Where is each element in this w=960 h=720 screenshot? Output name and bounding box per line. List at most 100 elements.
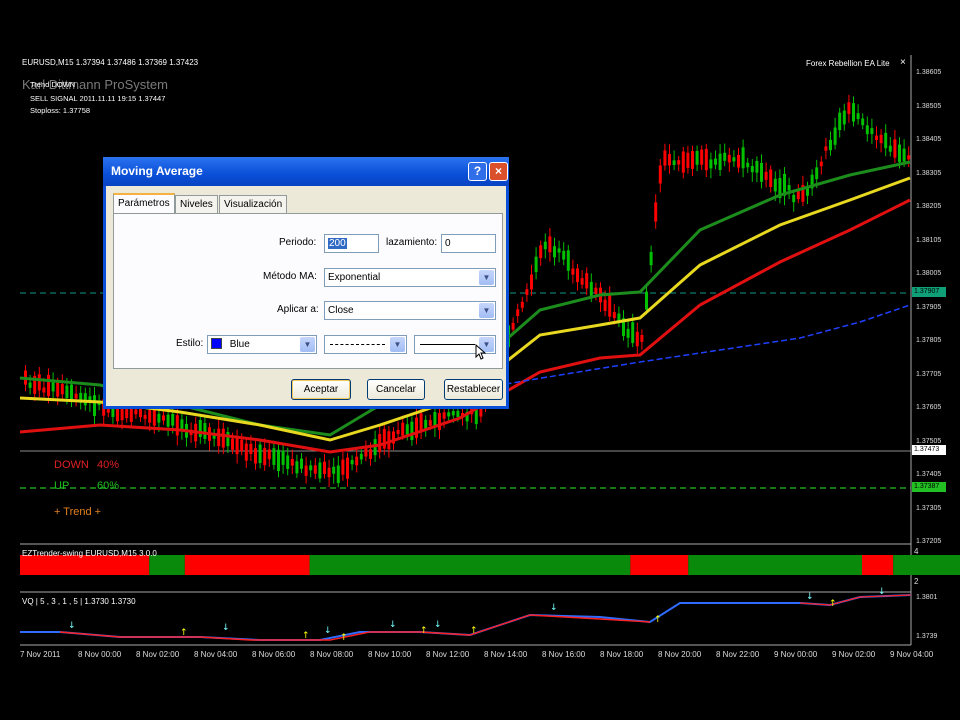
vq-indicator-label: VQ | 5 , 3 , 1 , 5 | 1.3730 1.3730	[22, 597, 136, 606]
candle-body	[829, 139, 832, 151]
color-select[interactable]: Blue ▼	[207, 335, 317, 354]
candle-body	[295, 461, 299, 474]
candle-body	[157, 413, 161, 423]
candle-body	[396, 429, 400, 434]
candle-body	[557, 248, 561, 253]
tab-visualizacion[interactable]: Visualización	[219, 195, 288, 213]
shift-input[interactable]: 0	[441, 234, 496, 253]
candle-body	[355, 456, 359, 466]
signal-arrow-icon: ↓	[878, 587, 886, 597]
time-axis-label: 8 Nov 22:00	[716, 650, 760, 659]
candle-body	[70, 384, 73, 401]
candle-body	[709, 159, 713, 169]
candle-body	[773, 178, 777, 192]
price-axis-label: 1.38005	[916, 270, 942, 277]
price-axis-label: 1.37905	[916, 303, 942, 311]
candle-body	[300, 458, 303, 469]
method-select[interactable]: Exponential ▼	[324, 268, 496, 287]
candle-body	[884, 132, 888, 149]
signal-arrow-icon: ↓	[434, 620, 442, 630]
candle-body	[438, 413, 441, 431]
close-icon[interactable]: ×	[489, 162, 508, 181]
dialog-title-bar[interactable]: Moving Average	[103, 157, 509, 186]
chevron-down-icon[interactable]: ▼	[390, 337, 405, 352]
close-ea-icon[interactable]: ×	[900, 57, 906, 68]
price-axis-label: 1.37605	[916, 404, 942, 411]
time-axis-label: 8 Nov 14:00	[484, 650, 528, 659]
chevron-down-icon[interactable]: ▼	[479, 303, 494, 318]
signal-arrow-icon: ↑	[180, 628, 188, 638]
candle-body	[718, 153, 722, 170]
candle-body	[640, 335, 644, 342]
time-axis-label: 8 Nov 00:00	[78, 650, 122, 659]
candle-body	[562, 250, 566, 260]
candle-body	[815, 167, 819, 180]
price-axis-label: 1.38405	[916, 136, 942, 143]
accept-button[interactable]: Aceptar	[291, 379, 351, 400]
symbol-ohlc-line: EURUSD,M15 1.37394 1.37486 1.37369 1.374…	[22, 58, 199, 67]
candle-body	[166, 414, 170, 427]
candle-body	[341, 459, 345, 475]
candle-body	[267, 449, 271, 460]
candle-body	[902, 148, 906, 162]
stoploss-label: Stoploss: 1.37758	[30, 106, 91, 115]
candle-body	[589, 282, 593, 296]
candle-body	[56, 382, 60, 397]
price-axis-label: 1.38105	[916, 236, 942, 244]
sell-signal-label: SELL SIGNAL 2011.11.11 19:15 1.37447	[30, 94, 166, 103]
candle-body	[520, 301, 524, 308]
time-axis-label: 8 Nov 18:00	[600, 650, 644, 659]
candle-body	[332, 466, 336, 474]
candle-body	[571, 268, 575, 275]
chevron-down-icon[interactable]: ▼	[300, 337, 315, 352]
chevron-down-icon[interactable]: ▼	[479, 270, 494, 285]
apply-select[interactable]: Close ▼	[324, 301, 496, 320]
candle-body	[539, 245, 543, 259]
tab-parametros[interactable]: Parámetros	[113, 193, 175, 214]
period-input[interactable]: 200	[324, 234, 379, 253]
time-axis-label: 8 Nov 10:00	[368, 650, 412, 659]
signal-arrow-icon: ↓	[222, 623, 230, 633]
candle-body	[382, 428, 386, 449]
trend-segment	[309, 555, 631, 575]
candle-body	[543, 241, 547, 250]
candle-body	[415, 417, 418, 438]
cancel-button[interactable]: Cancelar	[367, 379, 425, 400]
time-axis-label: 8 Nov 12:00	[426, 650, 470, 659]
candle-body	[65, 385, 69, 399]
signal-arrow-icon: ↓	[806, 592, 814, 602]
candle-body	[755, 160, 759, 173]
candle-body	[838, 112, 842, 131]
candle-body	[148, 410, 152, 423]
candle-body	[217, 428, 221, 447]
time-axis-label: 9 Nov 04:00	[890, 650, 934, 659]
ezt-scale-top: 4	[914, 547, 919, 556]
line-style-select[interactable]: ▼	[324, 335, 407, 354]
tab-niveles[interactable]: Niveles	[175, 195, 218, 213]
price-axis-label: 1.37405	[916, 471, 942, 478]
candle-body	[888, 145, 892, 152]
candle-body	[447, 412, 451, 417]
down-value: 40%	[97, 459, 120, 471]
candle-body	[847, 102, 851, 114]
period-value: 200	[328, 238, 347, 249]
candle-body	[254, 448, 257, 464]
ma-blue-line	[469, 304, 911, 391]
help-icon[interactable]: ?	[468, 162, 487, 181]
candle-body	[369, 449, 372, 459]
candle-body	[336, 465, 340, 484]
candle-body	[456, 410, 460, 418]
signal-arrow-icon: ↑	[340, 633, 348, 643]
time-axis-label: 9 Nov 00:00	[774, 650, 818, 659]
candle-body	[723, 152, 727, 161]
candle-body	[221, 428, 225, 448]
candle-body	[741, 147, 745, 169]
candle-body	[617, 313, 621, 321]
trend-segment	[861, 555, 894, 575]
price-tag: 1.37387	[912, 482, 946, 492]
candle-body	[594, 287, 598, 294]
reset-button[interactable]: Restablecer	[444, 379, 503, 400]
candle-body	[672, 160, 676, 165]
candle-body	[695, 150, 699, 165]
candle-body	[787, 185, 791, 191]
